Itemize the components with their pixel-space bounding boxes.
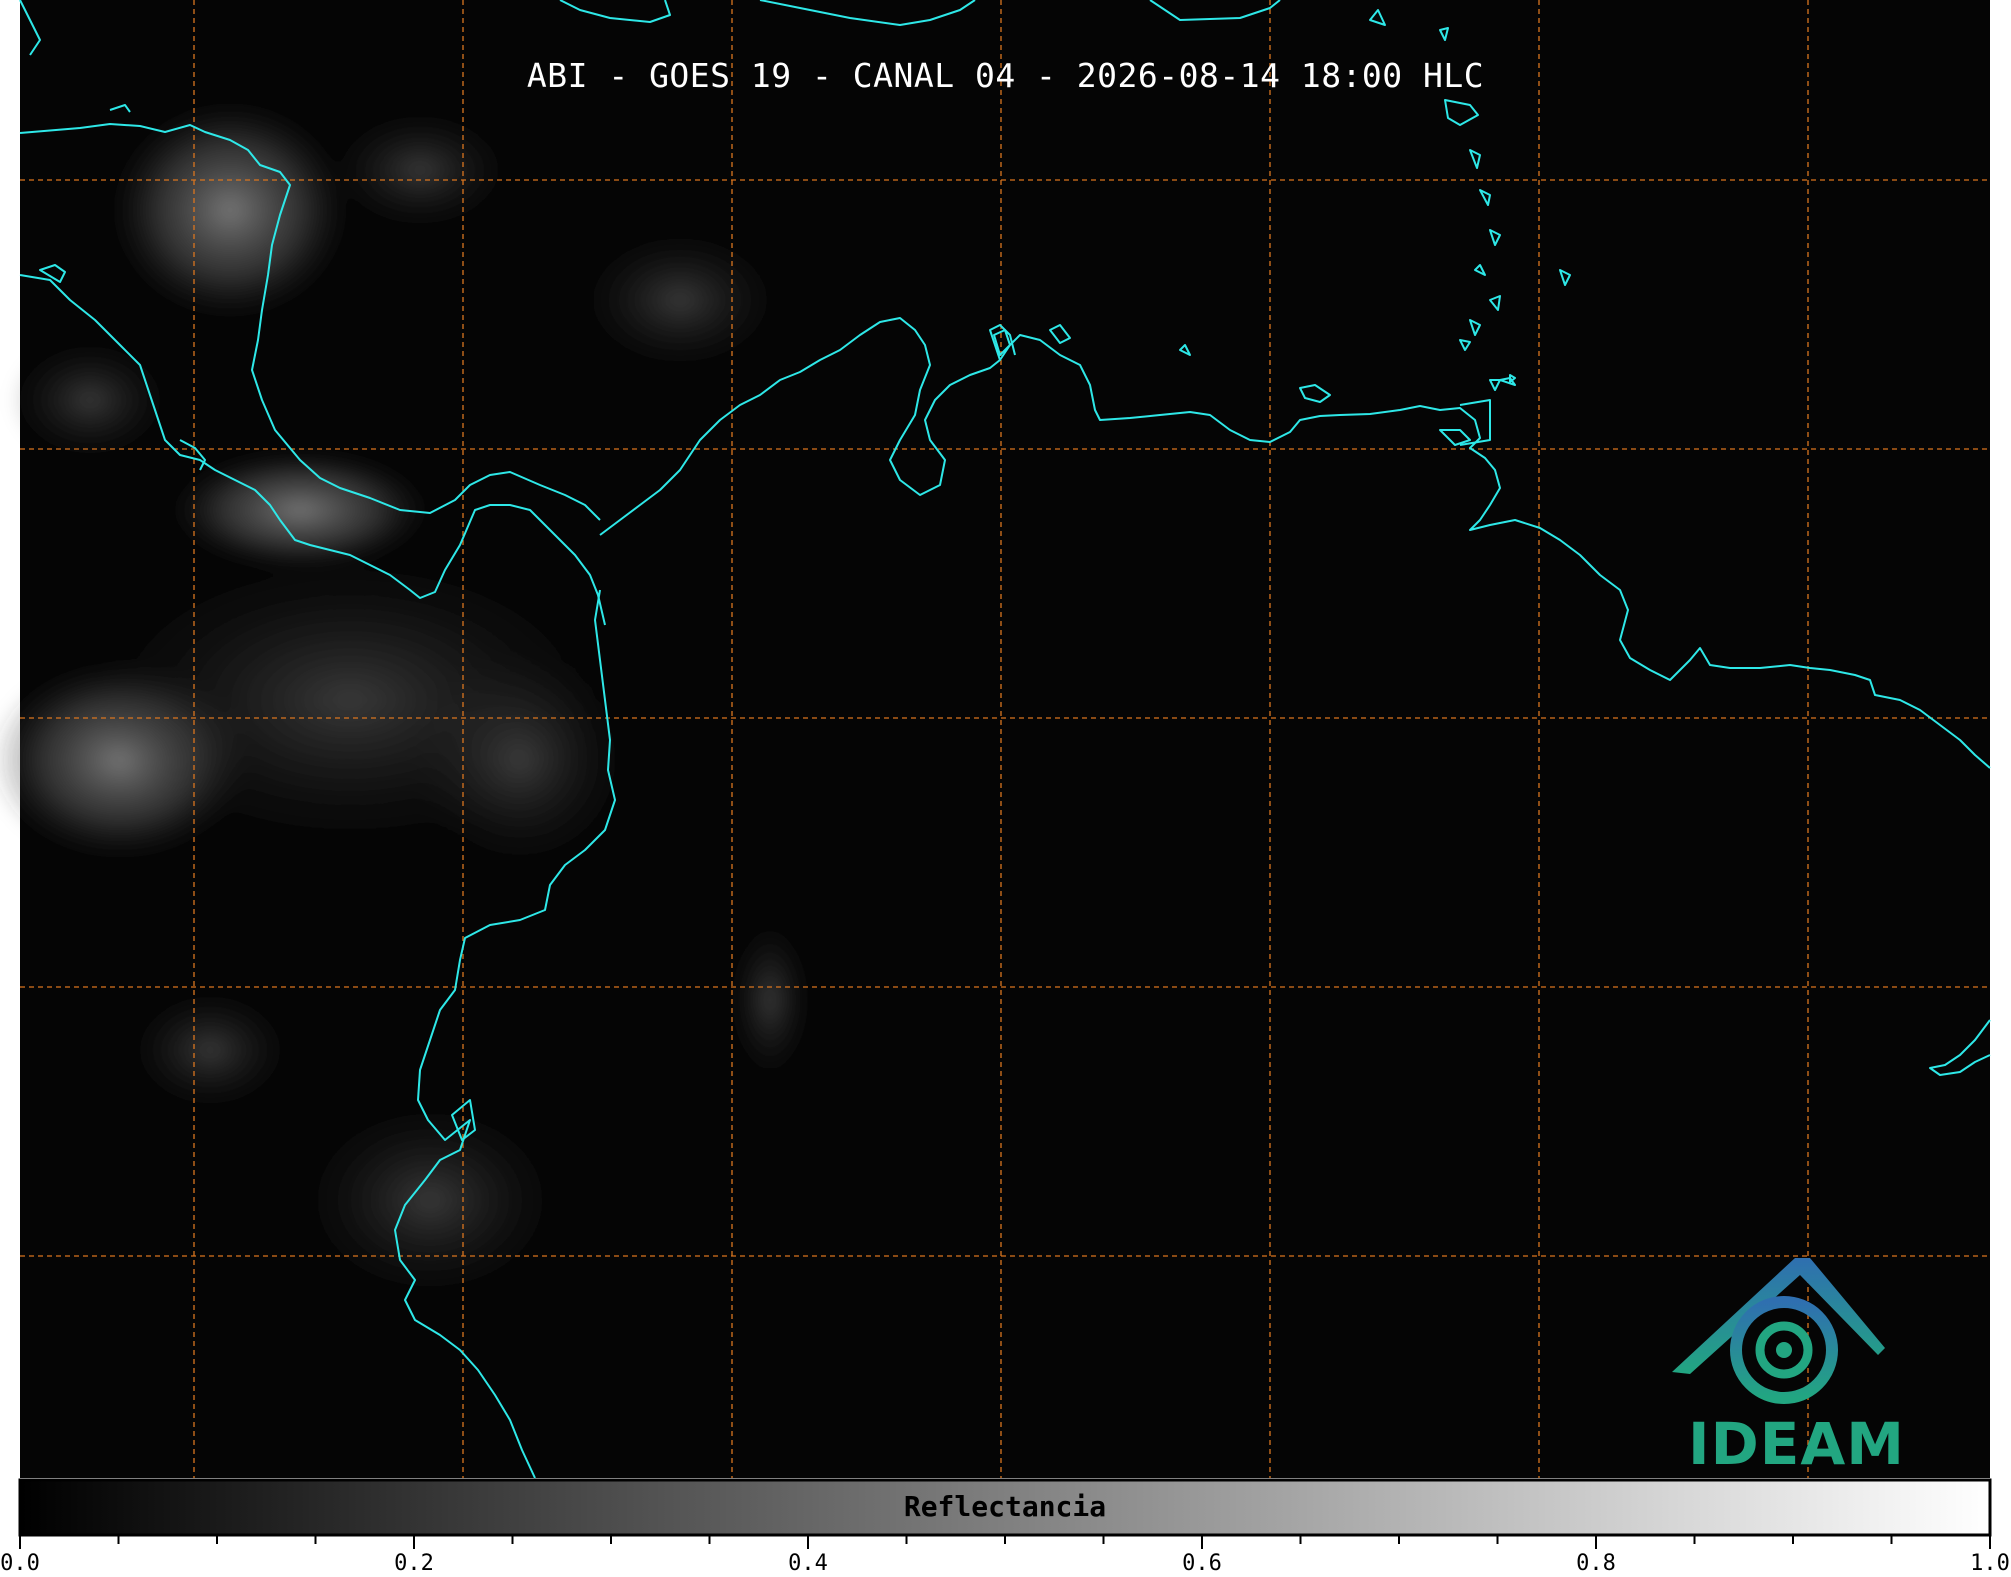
- colorbar-tick-label: 0.0: [0, 1551, 40, 1576]
- page-title: ABI - GOES 19 - CANAL 04 - 2026-08-14 18…: [526, 56, 1485, 95]
- ideam-logo-text: IDEAM: [1688, 1410, 1905, 1478]
- satellite-map: [0, 0, 1992, 1549]
- colorbar-label: Reflectancia: [903, 1490, 1107, 1523]
- colorbar-tick-label: 0.8: [1576, 1551, 1616, 1576]
- colorbar-tick-label: 0.2: [394, 1551, 434, 1576]
- colorbar-tick-label: 1.0: [1970, 1551, 2010, 1576]
- colorbar-tick-label: 0.4: [788, 1551, 828, 1576]
- colorbar-tick-label: 0.6: [1182, 1551, 1222, 1576]
